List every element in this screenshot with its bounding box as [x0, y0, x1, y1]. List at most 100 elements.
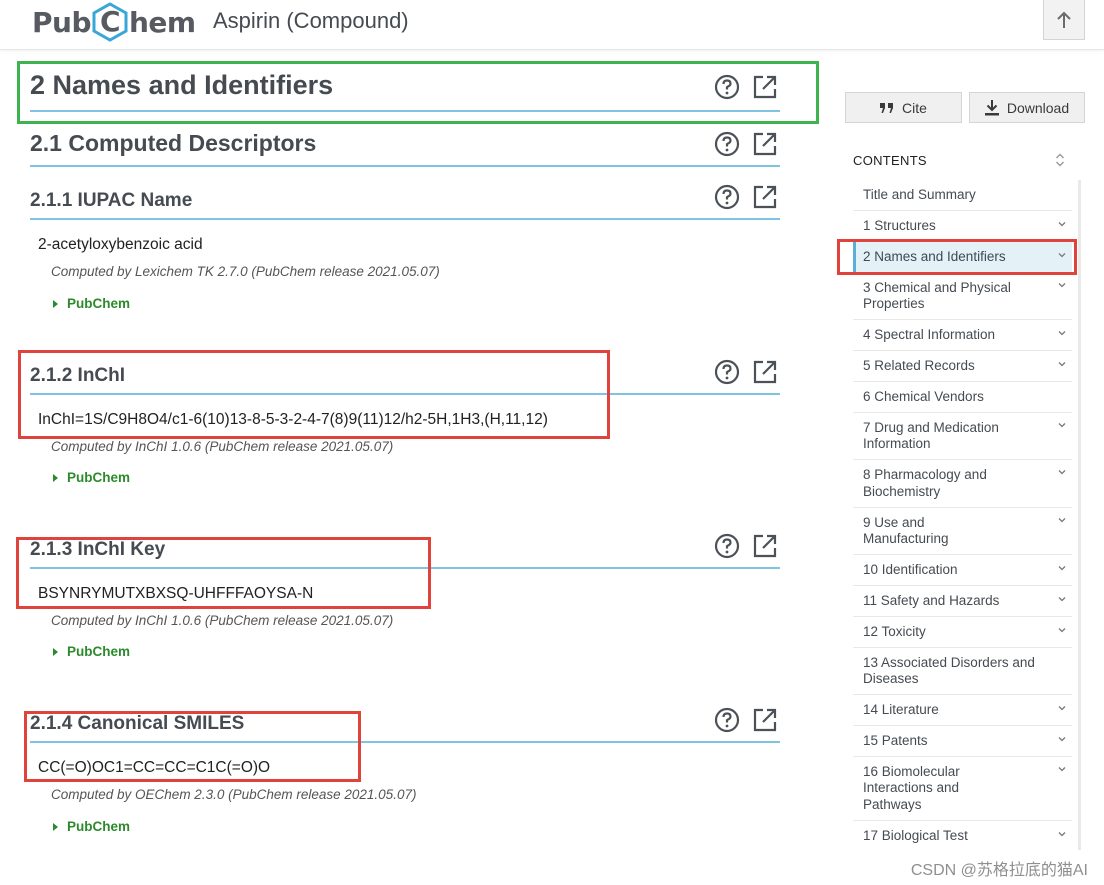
toc-item-label: 17 Biological Test — [863, 827, 968, 843]
help-icon[interactable] — [714, 707, 740, 733]
highlight-box-inchi — [18, 350, 610, 439]
computed-by-note: Computed by OEChem 2.3.0 (PubChem releas… — [51, 787, 417, 802]
section-title: 2.1 Computed Descriptors — [30, 130, 317, 156]
toc-item-toxicity[interactable]: 12 Toxicity — [853, 617, 1072, 648]
toc-item-structures[interactable]: 1 Structures — [853, 211, 1072, 242]
download-icon — [984, 99, 999, 115]
pubchem-logo[interactable]: Pub C hem — [32, 2, 196, 42]
chevron-down-icon[interactable] — [1058, 595, 1066, 603]
toc-item-label: 16 Biomolecular Interactions and Pathway… — [863, 763, 960, 812]
chevron-down-icon[interactable] — [1058, 735, 1066, 743]
pubchem-source-link[interactable]: PubChem — [53, 644, 130, 659]
toc-item-biomolecular[interactable]: 16 Biomolecular Interactions and Pathway… — [853, 757, 1072, 821]
download-button[interactable]: Download — [969, 92, 1085, 123]
chevron-down-icon[interactable] — [1058, 626, 1066, 634]
bottom-fade — [0, 850, 845, 885]
download-label: Download — [1006, 99, 1070, 116]
source-label: PubChem — [67, 296, 131, 311]
logo-hexagon-icon: C — [92, 2, 128, 42]
popout-icon[interactable] — [752, 184, 778, 210]
chevron-down-icon[interactable] — [1058, 704, 1066, 712]
toc-item-label: 1 Structures — [863, 217, 936, 233]
help-icon[interactable] — [714, 359, 740, 385]
sort-chevrons-icon[interactable] — [1055, 152, 1065, 168]
chevron-down-icon[interactable] — [1058, 360, 1066, 368]
help-icon[interactable] — [714, 184, 740, 210]
toc-item-label: 4 Spectral Information — [863, 326, 996, 342]
toc-item-identification[interactable]: 10 Identification — [853, 555, 1072, 586]
help-icon[interactable] — [714, 131, 740, 157]
table-of-contents: Title and Summary 1 Structures 2 Names a… — [853, 180, 1078, 850]
section-title: 2.1.1 IUPAC Name — [30, 190, 193, 211]
scroll-top-button[interactable] — [1043, 0, 1085, 40]
toc-item-patents[interactable]: 15 Patents — [853, 726, 1072, 757]
logo-text-hem: hem — [129, 5, 196, 39]
iupac-name-value: 2-acetyloxybenzoic acid — [38, 236, 203, 253]
chevron-down-icon[interactable] — [1058, 830, 1066, 838]
toc-item-associated-disorders[interactable]: 13 Associated Disorders and Diseases — [853, 648, 1072, 695]
toc-item-label: 11 Safety and Hazards — [863, 592, 1000, 608]
toc-item-related-records[interactable]: 5 Related Records — [853, 351, 1072, 382]
toc-item-label: 10 Identification — [863, 561, 958, 577]
toc-item-label: 13 Associated Disorders and Diseases — [863, 654, 1035, 687]
toc-item-label: 8 Pharmacology and Biochemistry — [863, 467, 987, 499]
toc-item-chemical-physical[interactable]: 3 Chemical and Physical Properties — [853, 273, 1072, 320]
popout-icon[interactable] — [752, 533, 778, 559]
section-heading-computed-descriptors: 2.1 Computed Descriptors — [30, 130, 780, 167]
expand-triangle-icon — [53, 299, 58, 308]
highlight-box-green — [17, 61, 819, 124]
popout-icon[interactable] — [752, 359, 778, 385]
toc-item-spectral[interactable]: 4 Spectral Information — [853, 320, 1072, 351]
quote-icon — [880, 102, 894, 113]
expand-triangle-icon — [53, 822, 58, 831]
toc-item-label: 5 Related Records — [863, 357, 975, 373]
toc-item-label: 15 Patents — [863, 732, 928, 748]
toc-item-literature[interactable]: 14 Literature — [853, 695, 1072, 726]
chevron-down-icon[interactable] — [1058, 329, 1066, 337]
top-header: Pub C hem Aspirin (Compound) — [0, 0, 1104, 50]
popout-icon[interactable] — [752, 707, 778, 733]
chevron-down-icon[interactable] — [1058, 220, 1066, 228]
logo-text-c: C — [99, 5, 121, 38]
toc-item-label: 12 Toxicity — [863, 623, 926, 639]
toc-item-label: 9 Use and Manufacturing — [863, 514, 949, 547]
chevron-down-icon[interactable] — [1058, 281, 1066, 289]
contents-header[interactable]: CONTENTS — [845, 140, 1085, 178]
arrow-up-icon — [1057, 11, 1071, 28]
expand-triangle-icon — [53, 473, 58, 482]
toc-item-label: 14 Literature — [863, 701, 939, 717]
toc-item-pharmacology[interactable]: 8 Pharmacology and Biochemistry — [853, 460, 1072, 508]
toc-item-label: 7 Drug and Medication Information — [863, 419, 999, 452]
highlight-box-smiles — [24, 711, 361, 782]
chevron-down-icon[interactable] — [1058, 421, 1066, 429]
highlight-box-inchi-key — [16, 537, 431, 609]
chevron-down-icon[interactable] — [1058, 765, 1066, 773]
pubchem-source-link[interactable]: PubChem — [53, 296, 130, 311]
highlight-box-toc-active — [837, 239, 1077, 275]
help-icon[interactable] — [714, 533, 740, 559]
toc-item-drug-medication[interactable]: 7 Drug and Medication Information — [853, 413, 1072, 460]
source-label: PubChem — [67, 819, 131, 834]
computed-by-note: Computed by InChI 1.0.6 (PubChem release… — [51, 439, 394, 454]
toc-item-label: Title and Summary — [863, 186, 976, 202]
toc-item-biological-test[interactable]: 17 Biological Test — [853, 821, 1072, 850]
contents-label: CONTENTS — [853, 153, 927, 168]
toc-item-title-summary[interactable]: Title and Summary — [853, 180, 1072, 211]
pubchem-source-link[interactable]: PubChem — [53, 819, 130, 834]
computed-by-note: Computed by InChI 1.0.6 (PubChem release… — [51, 613, 394, 628]
chevron-down-icon[interactable] — [1058, 468, 1066, 476]
chevron-down-icon[interactable] — [1058, 564, 1066, 572]
popout-icon[interactable] — [752, 131, 778, 157]
pubchem-source-link[interactable]: PubChem — [53, 470, 130, 485]
watermark-text: CSDN @苏格拉底的猫AI — [910, 862, 1088, 879]
chevron-down-icon[interactable] — [1058, 516, 1066, 524]
computed-by-note: Computed by Lexichem TK 2.7.0 (PubChem r… — [51, 264, 440, 279]
logo-text-pub: Pub — [32, 5, 92, 39]
cite-button[interactable]: Cite — [845, 92, 962, 123]
cite-label: Cite — [902, 99, 927, 116]
toc-item-use-manufacturing[interactable]: 9 Use and Manufacturing — [853, 508, 1072, 555]
toc-item-safety-hazards[interactable]: 11 Safety and Hazards — [853, 586, 1072, 617]
toc-item-chemical-vendors[interactable]: 6 Chemical Vendors — [853, 382, 1072, 413]
toc-item-label: 6 Chemical Vendors — [863, 388, 984, 404]
toc-item-label: 3 Chemical and Physical Properties — [863, 279, 1011, 312]
